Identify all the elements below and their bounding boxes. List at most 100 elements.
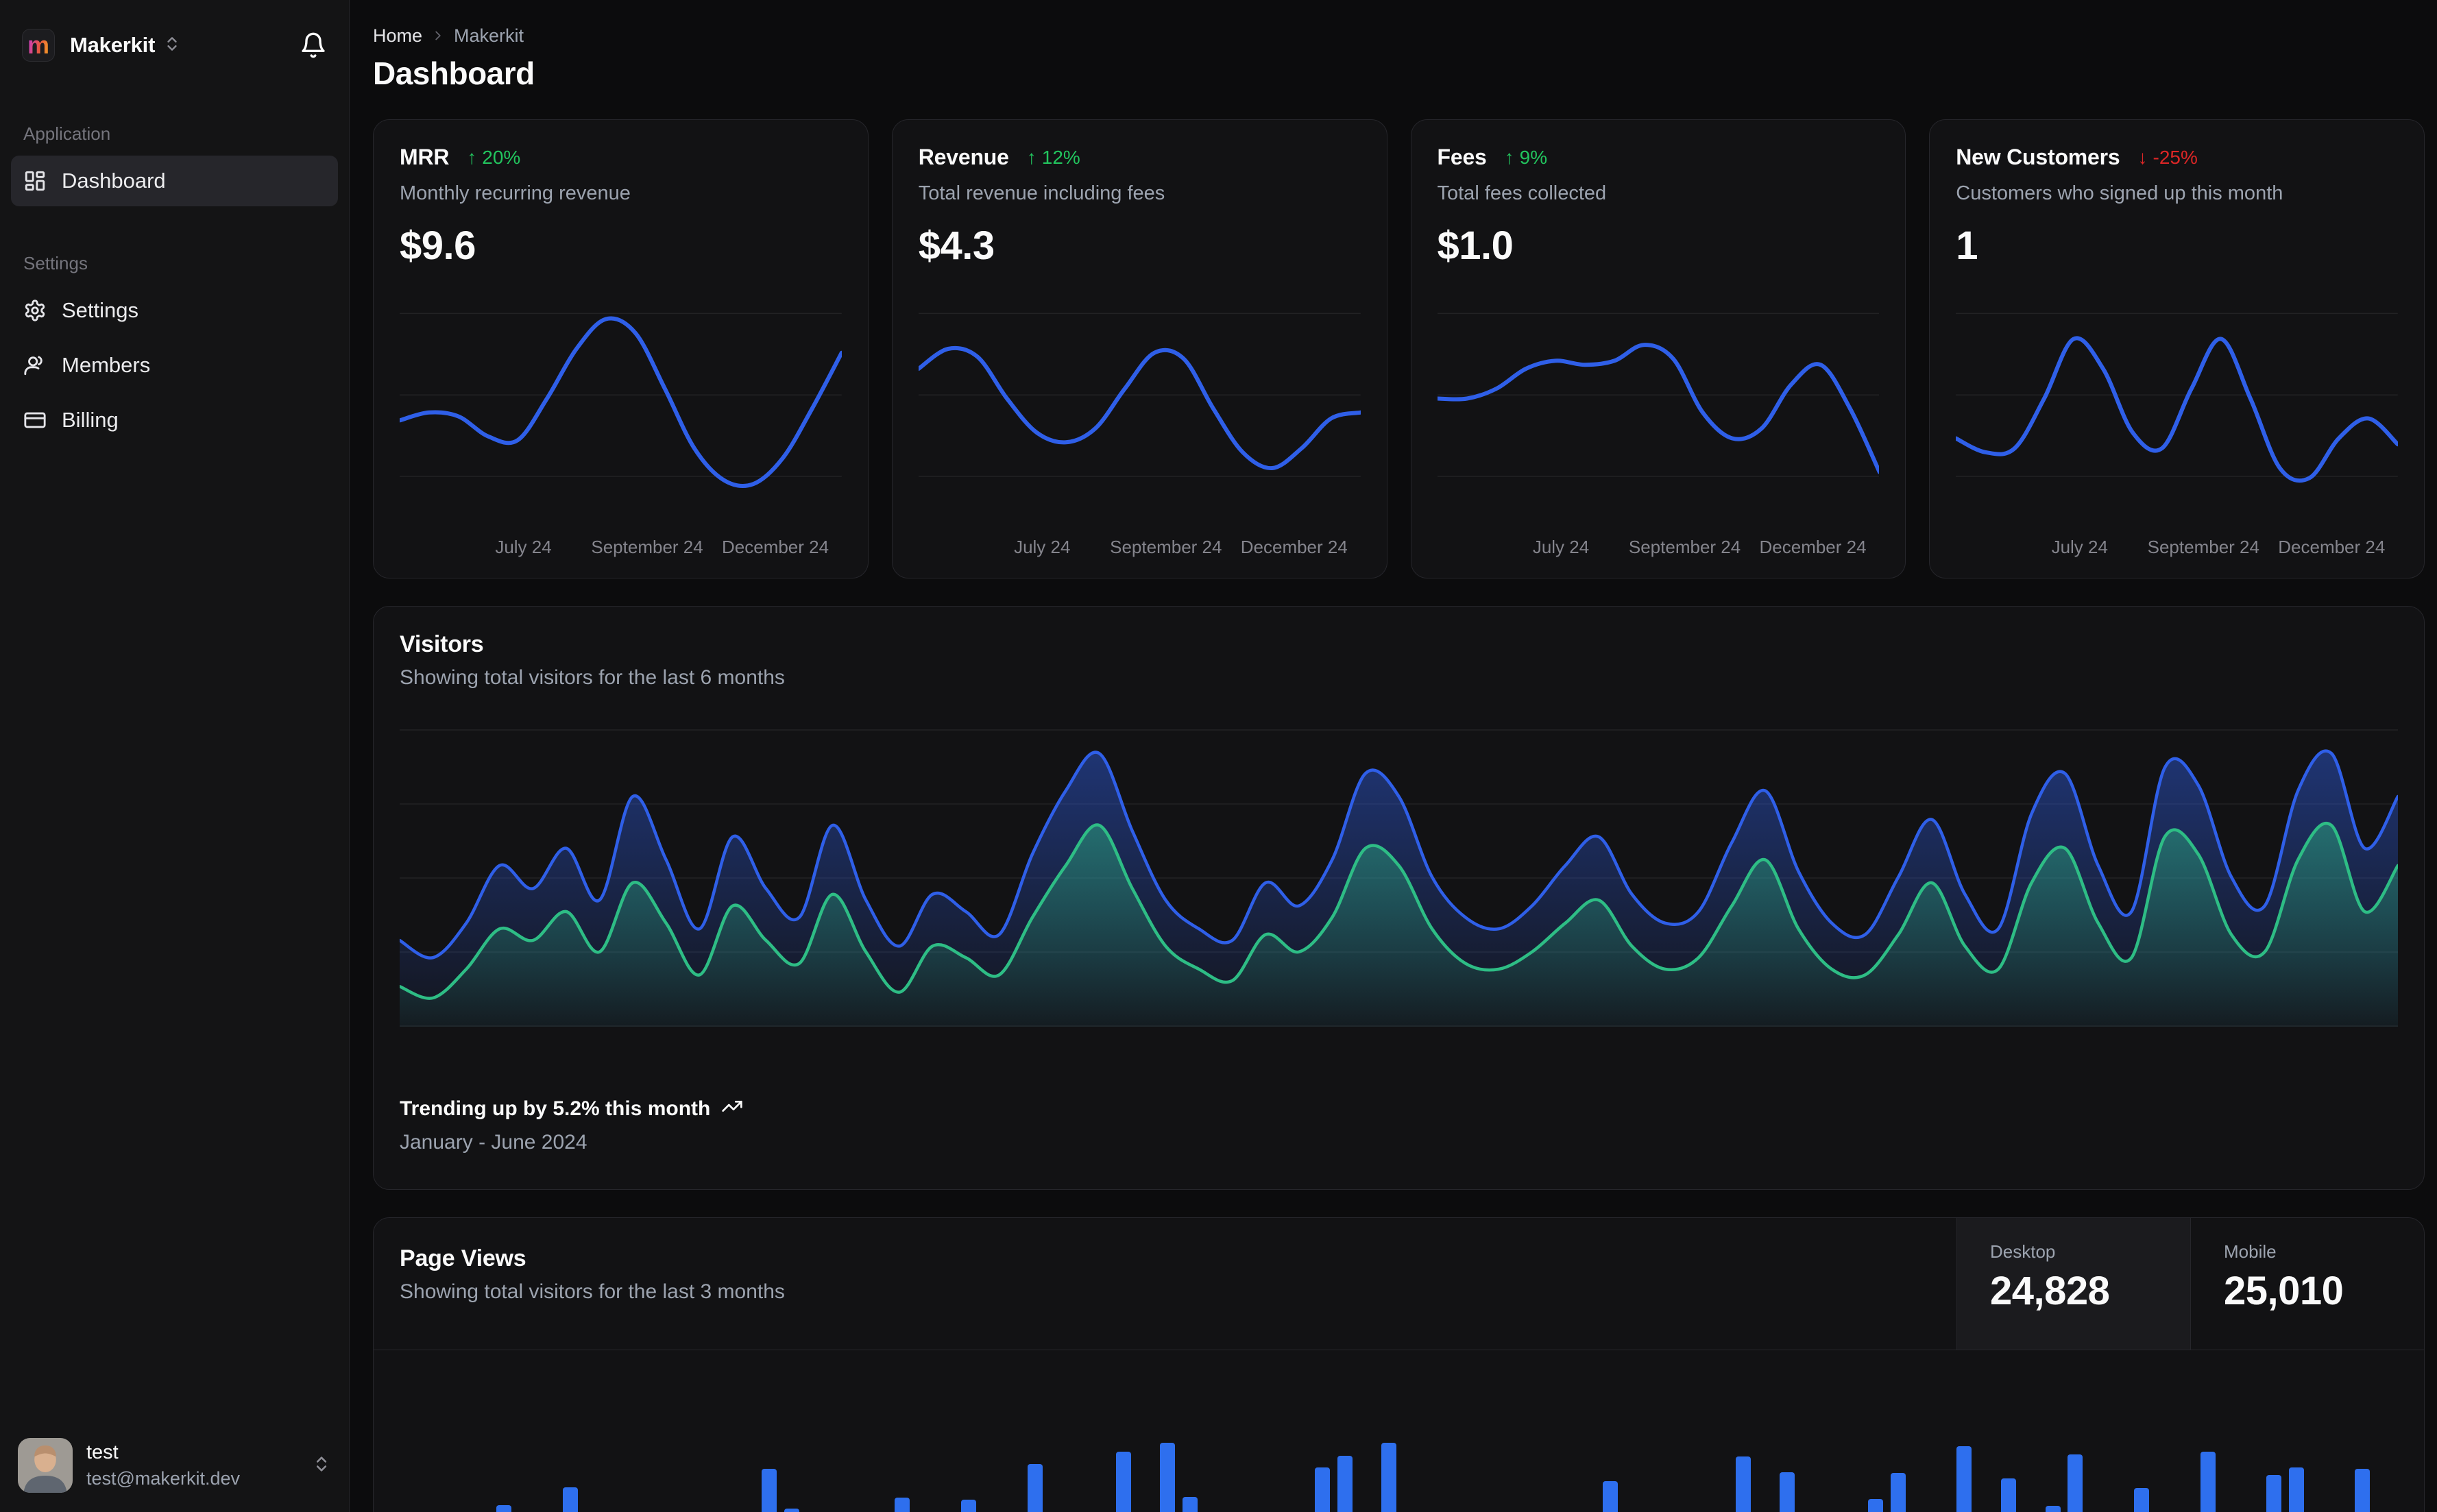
bar — [1890, 1473, 1906, 1512]
gear-icon — [23, 299, 47, 322]
bar — [895, 1498, 910, 1512]
sparkline-chart — [400, 295, 842, 522]
page-views-title: Page Views — [400, 1245, 526, 1271]
toggle-label: Desktop — [1990, 1241, 2056, 1262]
sidebar-item-dashboard[interactable]: Dashboard — [11, 156, 338, 206]
x-axis-labels: July 24 September 24 December 24 — [1532, 537, 1867, 557]
bar — [2266, 1475, 2282, 1512]
sidebar-item-label: Members — [62, 353, 151, 377]
sidebar-section-application: Application — [23, 123, 111, 144]
workspace-selector[interactable]: m Makerkit — [11, 21, 338, 70]
user-email: test@makerkit.dev — [86, 1468, 240, 1489]
sidebar-item-label: Billing — [62, 408, 119, 432]
makerkit-logo: m — [22, 29, 55, 62]
sparkline-chart — [918, 295, 1361, 522]
bar — [2045, 1506, 2061, 1512]
stat-description: Monthly recurring revenue — [400, 182, 631, 204]
user-name: test — [86, 1441, 119, 1463]
visitors-footer: Trending up by 5.2% this month January -… — [400, 1095, 2398, 1154]
trend-badge: 9% — [1505, 147, 1547, 169]
workspace-name: Makerkit — [70, 33, 156, 57]
user-menu[interactable]: test test@makerkit.dev — [11, 1438, 338, 1493]
arrow-up-icon — [467, 147, 476, 169]
bar — [1603, 1481, 1618, 1512]
stat-card-revenue: Revenue 12% Total revenue including fees… — [891, 119, 1387, 578]
stat-description: Customers who signed up this month — [1956, 182, 2283, 204]
bar — [1956, 1446, 1972, 1512]
bar — [1315, 1467, 1331, 1512]
bar — [2288, 1467, 2304, 1512]
sidebar-section-settings: Settings — [23, 253, 88, 273]
toggle-value: 24,828 — [1990, 1269, 2110, 1313]
chevrons-up-down-icon — [163, 35, 181, 56]
visitors-trend-text: Trending up by 5.2% this month — [400, 1097, 711, 1120]
chevrons-up-down-icon — [312, 1454, 331, 1477]
x-axis-labels: July 24 September 24 December 24 — [1014, 537, 1348, 557]
bar — [2133, 1488, 2149, 1512]
arrow-down-icon — [2138, 147, 2148, 169]
sidebar-item-members[interactable]: Members — [11, 340, 338, 391]
bar — [1182, 1497, 1198, 1512]
stat-description: Total fees collected — [1437, 182, 1607, 204]
toggle-mobile[interactable]: Mobile 25,010 — [2190, 1218, 2424, 1350]
bar — [1027, 1464, 1043, 1512]
main-content: Home Makerkit Dashboard MRR 20% Monthly … — [350, 0, 2437, 1512]
x-axis-labels: July 24 September 24 December 24 — [495, 537, 829, 557]
page-views-bar-chart — [408, 1352, 2398, 1512]
stat-cards-row: MRR 20% Monthly recurring revenue $9.6 J… — [373, 119, 2425, 578]
sidebar-item-label: Settings — [62, 298, 139, 322]
sidebar: m Makerkit Application Dashboard Setting… — [0, 0, 350, 1512]
toggle-desktop[interactable]: Desktop 24,828 — [1956, 1218, 2190, 1350]
trend-badge: 20% — [467, 147, 520, 169]
trend-badge: 12% — [1027, 147, 1080, 169]
bar — [2355, 1469, 2371, 1512]
sidebar-item-billing[interactable]: Billing — [11, 395, 338, 446]
sidebar-item-settings[interactable]: Settings — [11, 285, 338, 336]
stat-card-mrr: MRR 20% Monthly recurring revenue $9.6 J… — [373, 119, 869, 578]
visitors-subtitle: Showing total visitors for the last 6 mo… — [400, 666, 785, 689]
arrow-up-icon — [1505, 147, 1514, 169]
page-title: Dashboard — [373, 56, 535, 91]
breadcrumb-home-link[interactable]: Home — [373, 25, 422, 47]
bar — [784, 1509, 799, 1512]
bar — [960, 1500, 976, 1512]
bar — [1160, 1443, 1176, 1512]
logo-letter: m — [27, 31, 49, 59]
bar — [762, 1469, 777, 1512]
stat-value: 1 — [1956, 223, 1978, 268]
sidebar-item-label: Dashboard — [62, 169, 166, 193]
stat-title: Fees — [1437, 145, 1487, 169]
visitors-title: Visitors — [400, 631, 484, 657]
toggle-value: 25,010 — [2224, 1269, 2344, 1313]
trend-badge: -25% — [2138, 147, 2198, 169]
arrow-up-icon — [1027, 147, 1036, 169]
users-icon — [23, 354, 47, 377]
visitors-area-chart — [400, 729, 2398, 1027]
stat-title: Revenue — [918, 145, 1009, 169]
bar — [1381, 1443, 1397, 1512]
app-root: m Makerkit Application Dashboard Setting… — [0, 0, 2437, 1512]
toggle-label: Mobile — [2224, 1241, 2277, 1262]
bell-icon[interactable] — [300, 32, 327, 59]
stat-description: Total revenue including fees — [918, 182, 1165, 204]
bar — [1115, 1452, 1131, 1512]
bar — [1735, 1456, 1751, 1512]
visitors-card: Visitors Showing total visitors for the … — [373, 606, 2425, 1190]
breadcrumb: Home Makerkit — [373, 25, 2425, 47]
stat-value: $4.3 — [918, 223, 995, 268]
user-meta: test test@makerkit.dev — [86, 1441, 240, 1489]
stat-value: $9.6 — [400, 223, 476, 268]
stat-value: $1.0 — [1437, 223, 1514, 268]
stat-card-new-customers: New Customers -25% Customers who signed … — [1929, 119, 2425, 578]
avatar — [18, 1438, 73, 1493]
bar — [2067, 1454, 2083, 1512]
page-views-header: Page Views Showing total visitors for th… — [374, 1218, 2424, 1350]
stat-title: MRR — [400, 145, 450, 169]
stat-card-fees: Fees 9% Total fees collected $1.0 July 2… — [1410, 119, 1906, 578]
breadcrumb-current: Makerkit — [454, 25, 524, 46]
page-views-card: Page Views Showing total visitors for th… — [373, 1217, 2425, 1512]
bar — [1337, 1456, 1353, 1512]
bar — [1780, 1472, 1795, 1512]
sparkline-chart — [1437, 295, 1880, 522]
visitors-date-range: January - June 2024 — [400, 1131, 587, 1154]
